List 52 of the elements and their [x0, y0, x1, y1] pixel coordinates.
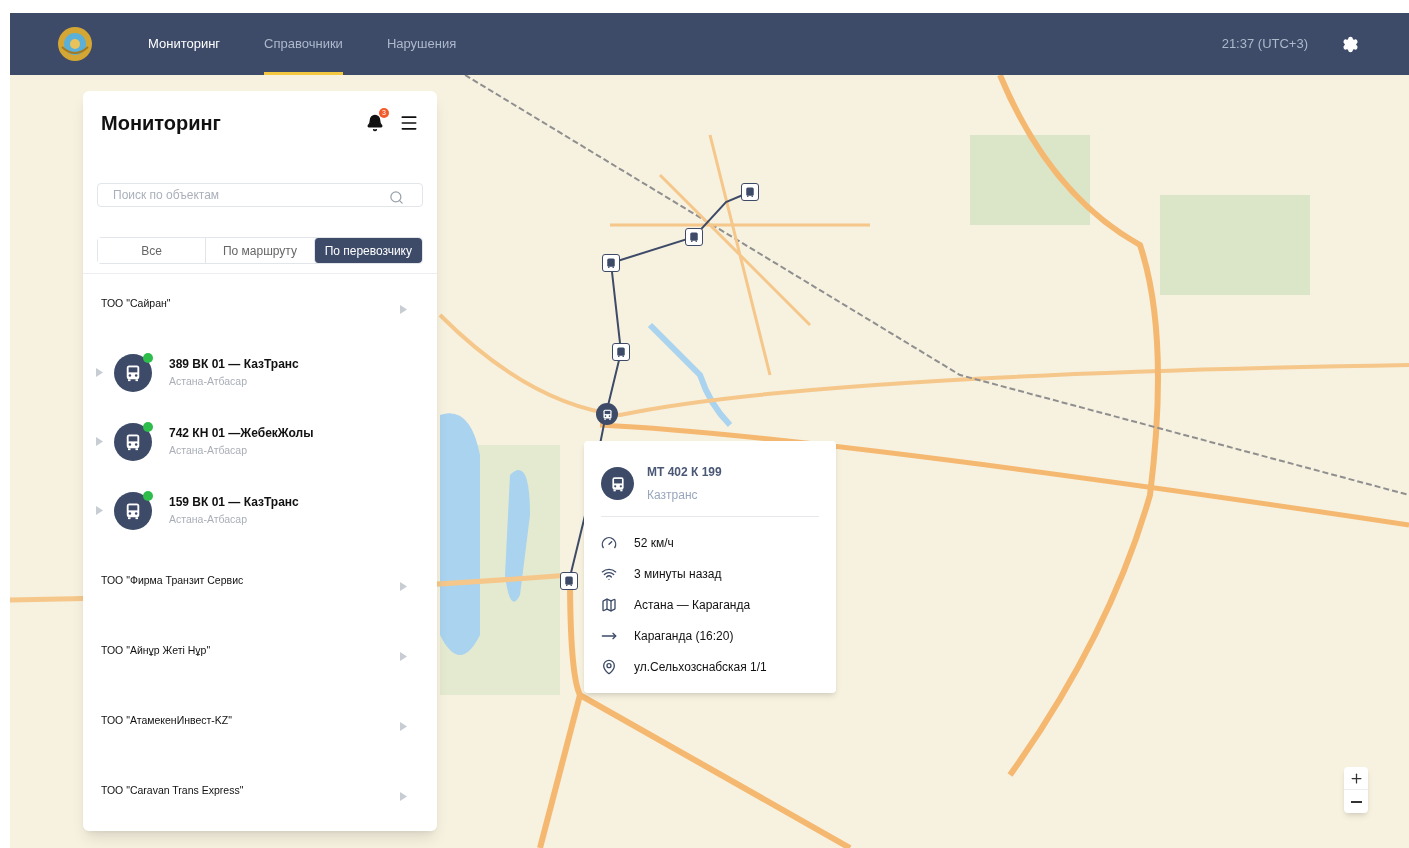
info-text: Астана — Караганда	[634, 596, 751, 614]
bus-pin-icon[interactable]	[596, 403, 618, 425]
menu-icon[interactable]	[399, 113, 419, 133]
carrier-name[interactable]: ТОО "Caravan Trans Express"	[101, 783, 244, 831]
info-text: ул.Сельхозснабская 1/1	[634, 658, 767, 676]
bus-marker-icon[interactable]	[741, 183, 759, 201]
map-icon	[601, 596, 617, 613]
caret-icon	[400, 582, 407, 591]
caret-icon	[400, 305, 407, 314]
info-text: 52 км/ч	[634, 534, 674, 552]
vehicle-route: Астана-Атбасар	[169, 512, 249, 528]
caret-icon	[400, 722, 407, 731]
search-field[interactable]: Поиск по объектам	[97, 182, 423, 208]
speedometer-icon	[601, 534, 617, 551]
info-text: 3 минуты назад	[634, 565, 722, 583]
bus-marker-icon[interactable]	[560, 572, 578, 590]
caret-icon	[96, 437, 103, 446]
notification-bell-icon[interactable]	[366, 114, 384, 132]
vehicle-title[interactable]: 389 ВК 01 — КазТранс	[169, 355, 299, 374]
caret-icon	[96, 506, 103, 515]
panel-title: Мониторинг	[101, 111, 221, 136]
carrier-name[interactable]: ТОО "Сайран"	[101, 296, 171, 344]
vehicle-title[interactable]: 742 КН 01 —ЖебекЖолы	[169, 424, 314, 443]
vehicle-plate: МТ 402 К 199	[647, 464, 722, 481]
nav-link[interactable]: Мониторинг	[148, 13, 221, 75]
carrier-name[interactable]: ТОО "Айнұр Жеті Нұр"	[101, 643, 211, 691]
vehicle-title[interactable]: 159 ВК 01 — КазТранс	[169, 493, 299, 512]
carrier-name: Казтранс	[647, 487, 699, 504]
bus-avatar-icon	[114, 491, 152, 530]
nav-link[interactable]: Нарушения	[386, 13, 457, 75]
carrier-name[interactable]: ТОО "Фирма Транзит Сервис	[101, 573, 244, 621]
emblem-logo	[56, 25, 94, 63]
plus-icon	[1348, 770, 1364, 786]
carrier-name[interactable]: ТОО "АтамекенИнвест-KZ"	[101, 713, 232, 761]
bus-marker-icon[interactable]	[685, 228, 703, 246]
bus-marker-icon[interactable]	[602, 254, 620, 272]
bus-marker-icon[interactable]	[612, 343, 630, 361]
search-icon[interactable]	[389, 190, 404, 205]
filter-tab[interactable]: По перевозчику	[313, 238, 422, 263]
info-text: Караганда (16:20)	[634, 627, 734, 645]
vehicle-route: Астана-Атбасар	[169, 374, 249, 390]
vehicle-route: Астана-Атбасар	[169, 443, 249, 459]
caret-icon	[400, 652, 407, 661]
bus-avatar-icon	[114, 353, 152, 392]
caret-icon	[400, 792, 407, 801]
clock-time: 21:37 (UTC+3)	[1221, 35, 1308, 54]
minus-icon	[1350, 800, 1362, 803]
location-pin-icon	[601, 658, 617, 675]
bus-avatar-icon	[601, 467, 634, 500]
caret-icon	[96, 368, 103, 377]
settings-icon[interactable]	[1342, 35, 1359, 53]
bus-avatar-icon	[114, 422, 152, 461]
